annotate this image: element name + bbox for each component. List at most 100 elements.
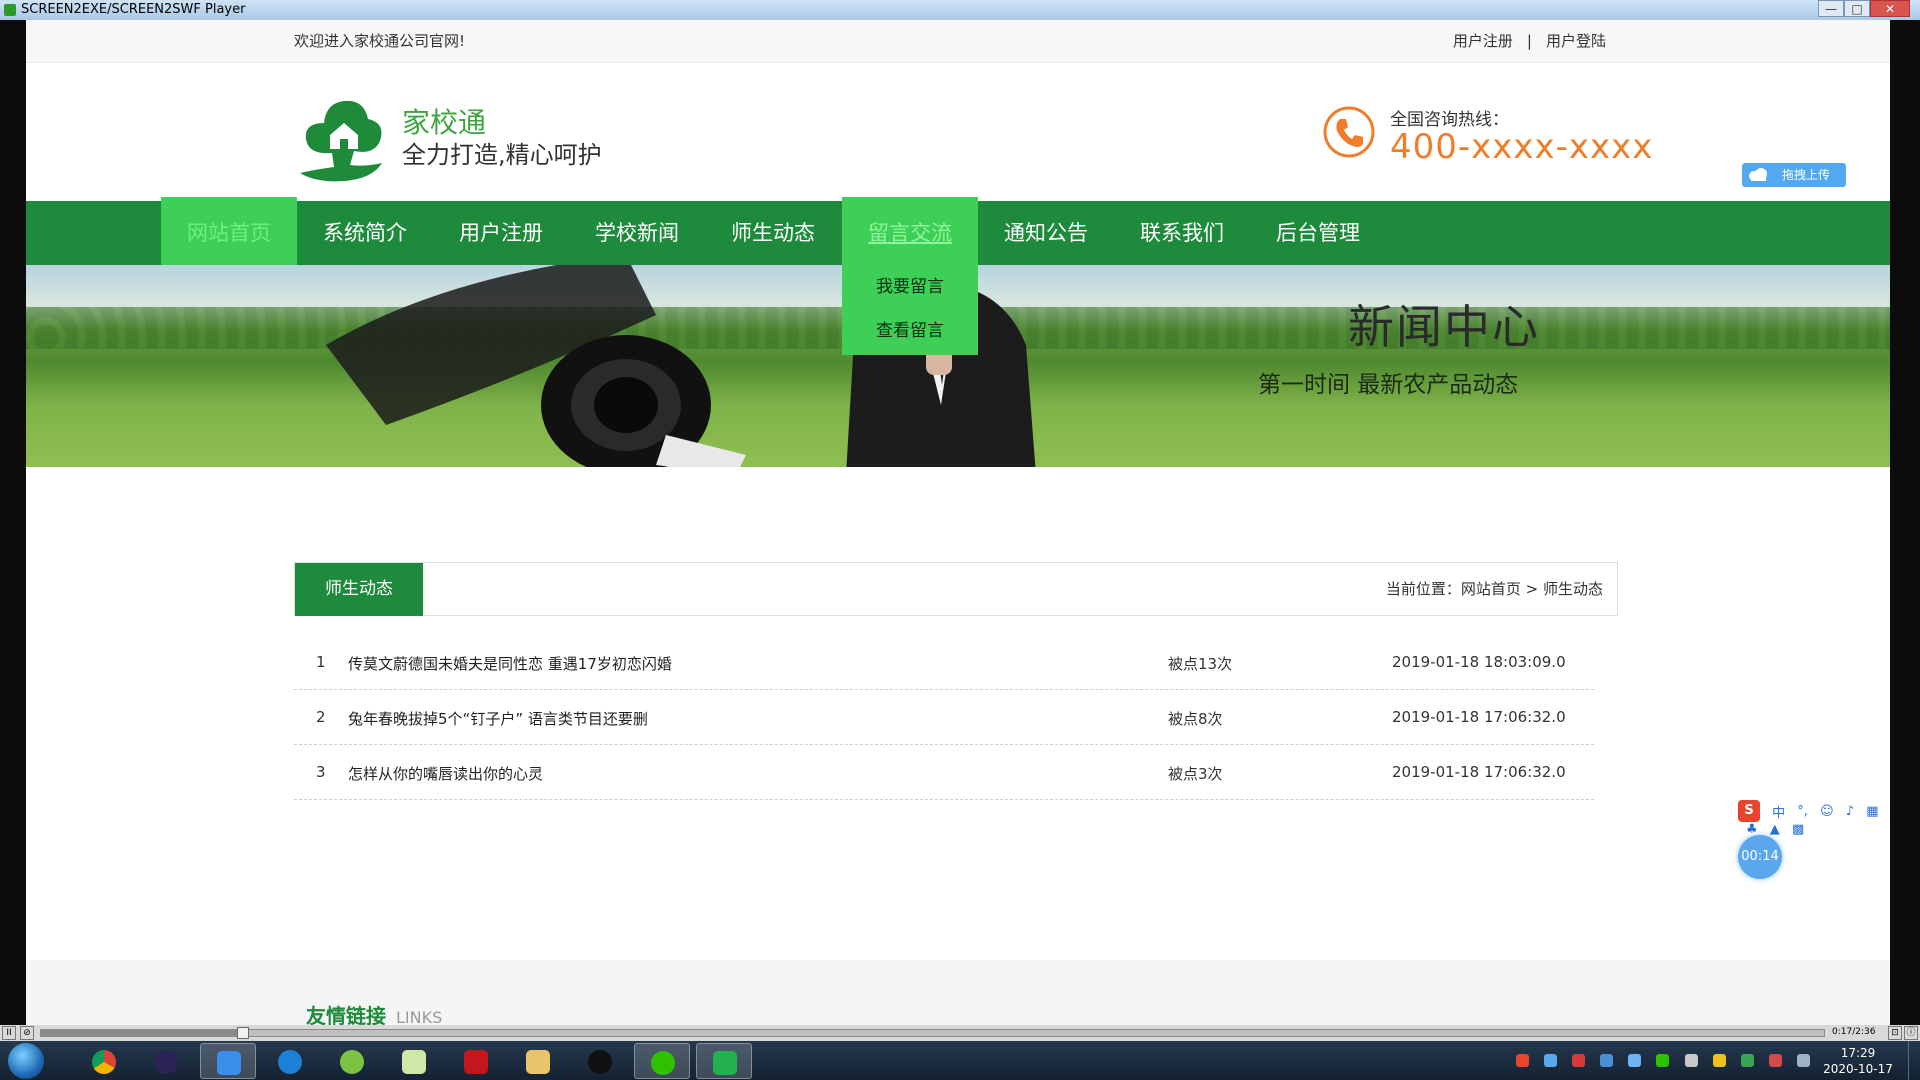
nav-notices[interactable]: 通知公告 <box>978 201 1114 265</box>
cloud-upload-icon <box>1749 168 1767 181</box>
news-hits: 被点8次 <box>1168 710 1223 728</box>
message-board-dropdown: 我要留言 查看留言 <box>842 265 978 355</box>
microphone-icon[interactable]: ♪ <box>1846 804 1854 819</box>
android-icon[interactable] <box>324 1043 380 1079</box>
ime-punctuation[interactable]: °, <box>1797 804 1808 819</box>
shield-icon[interactable] <box>1600 1054 1614 1067</box>
site-topbar: 欢迎进入家校通公司官网! 用户注册 | 用户登陆 <box>26 20 1890 63</box>
shirt-icon[interactable]: ▲ <box>1770 822 1780 837</box>
dropdown-leave-message[interactable]: 我要留言 <box>842 265 978 309</box>
top-account-links: 用户注册 | 用户登陆 <box>1453 30 1606 51</box>
website-page: 欢迎进入家校通公司官网! 用户注册 | 用户登陆 家校通 全力打造,精心呵护 全国咨… <box>26 20 1890 1025</box>
clock-date: 2020-10-17 <box>1823 1062 1893 1076</box>
link-separator: | <box>1526 32 1532 50</box>
section-header: 师生动态 当前位置：网站首页 > 师生动态 <box>294 562 1618 616</box>
maximize-button[interactable]: □ <box>1844 0 1870 17</box>
browser-icon[interactable] <box>262 1043 318 1079</box>
banner-subtitle: 第一时间 最新农产品动态 <box>1258 372 1519 398</box>
news-date: 2019-01-18 18:03:09.0 <box>1392 653 1566 671</box>
list-item[interactable]: 3 怎样从你的嘴唇读出你的心灵 被点3次 2019-01-18 17:06:32… <box>294 745 1594 800</box>
friend-links-heading: 友情链接 LINKS <box>306 1000 442 1025</box>
nav-home[interactable]: 网站首页 <box>161 197 297 265</box>
banner-title: 新闻中心 <box>1348 300 1540 354</box>
monitor-icon[interactable] <box>1796 1054 1810 1067</box>
news-hits: 被点13次 <box>1168 655 1233 673</box>
site-header: 家校通 全力打造,精心呵护 全国咨询热线： 400-xxxx-xxxx 拖拽上传 <box>26 63 1890 201</box>
antivirus-icon[interactable] <box>1572 1054 1586 1067</box>
house-tree-logo-icon[interactable] <box>294 93 392 183</box>
pause-button[interactable]: II <box>2 1026 16 1040</box>
close-button[interactable]: ✕ <box>1870 0 1910 17</box>
sogou-ime-icon[interactable]: S <box>1738 800 1760 822</box>
video-camera-image <box>326 265 746 467</box>
baidu-netdisk-icon[interactable] <box>200 1043 256 1079</box>
nav-admin[interactable]: 后台管理 <box>1250 201 1386 265</box>
volume-icon[interactable] <box>1684 1054 1698 1067</box>
seek-bar[interactable] <box>40 1027 1825 1039</box>
hotline-number: 400-xxxx-xxxx <box>1390 127 1654 167</box>
cloud-icon[interactable] <box>1628 1054 1642 1067</box>
emoji-icon[interactable]: ☺ <box>1820 804 1834 819</box>
qq-tray-icon[interactable] <box>1712 1054 1726 1067</box>
seek-thumb[interactable] <box>237 1027 249 1039</box>
recording-timer[interactable]: 00:14 <box>1738 835 1782 879</box>
chrome-icon[interactable] <box>76 1043 132 1079</box>
player-app-icon <box>4 4 16 16</box>
battery-icon[interactable] <box>1740 1054 1754 1067</box>
qq-icon[interactable] <box>572 1043 628 1079</box>
network-drive-icon[interactable] <box>1544 1054 1558 1067</box>
nav-contact-us[interactable]: 联系我们 <box>1114 201 1250 265</box>
sogou-tray-icon[interactable] <box>1516 1054 1529 1067</box>
nav-school-news[interactable]: 学校新闻 <box>569 201 705 265</box>
upload-label: 拖拽上传 <box>1782 168 1831 182</box>
seek-progress <box>41 1030 237 1036</box>
ime-toolbar[interactable]: S 中 °, ☺ ♪ ▦ ♣ ▲ ▩ <box>1738 800 1890 837</box>
friend-links-title: 友情链接 <box>306 1004 386 1025</box>
show-desktop-button[interactable] <box>1908 1041 1920 1080</box>
speaker-muted-icon[interactable] <box>1768 1054 1782 1067</box>
list-item[interactable]: 1 传莫文蔚德国未婚夫是同性恋 重遇17岁初恋闪婚 被点13次 2019-01-… <box>294 635 1594 690</box>
fit-window-button[interactable]: ⊡ <box>1888 1026 1902 1040</box>
recorder-icon[interactable] <box>696 1043 752 1079</box>
window-title: SCREEN2EXE/SCREEN2SWF Player <box>21 2 246 17</box>
news-title-link[interactable]: 传莫文蔚德国未婚夫是同性恋 重遇17岁初恋闪婚 <box>348 653 672 674</box>
news-index: 1 <box>316 653 326 671</box>
news-list: 1 传莫文蔚德国未婚夫是同性恋 重遇17岁初恋闪婚 被点13次 2019-01-… <box>294 635 1594 800</box>
news-title-link[interactable]: 兔年春晚拔掉5个“钉子户” 语言类节目还要删 <box>348 708 648 729</box>
info-button[interactable]: ⓘ <box>1904 1026 1918 1040</box>
dropdown-view-messages[interactable]: 查看留言 <box>842 309 978 353</box>
wechat-tray-icon[interactable] <box>1656 1054 1670 1067</box>
main-content: 师生动态 当前位置：网站首页 > 师生动态 1 传莫文蔚德国未婚夫是同性恋 重遇… <box>26 467 1890 1025</box>
system-clock[interactable]: 17:29 2020-10-17 <box>1818 1045 1898 1077</box>
zoom-button[interactable]: ⊘ <box>20 1026 34 1040</box>
breadcrumb: 当前位置：网站首页 > 师生动态 <box>1385 580 1603 598</box>
file-explorer-icon[interactable] <box>510 1043 566 1079</box>
news-title-link[interactable]: 怎样从你的嘴唇读出你的心灵 <box>348 763 543 784</box>
keyboard-icon[interactable]: ▦ <box>1866 804 1878 819</box>
welcome-text: 欢迎进入家校通公司官网! <box>294 32 466 50</box>
notepad-icon[interactable] <box>386 1043 442 1079</box>
main-navigation: 网站首页 系统简介 用户注册 学校新闻 师生动态 留言交流 通知公告 联系我们 … <box>26 197 1890 265</box>
friend-links-en: LINKS <box>396 1008 443 1025</box>
register-link[interactable]: 用户注册 <box>1453 32 1513 50</box>
wechat-icon[interactable] <box>634 1043 690 1079</box>
player-left-border <box>0 20 26 1025</box>
nav-system-intro[interactable]: 系统简介 <box>297 201 433 265</box>
grid-menu-icon[interactable]: ▩ <box>1792 822 1804 837</box>
login-link[interactable]: 用户登陆 <box>1546 32 1606 50</box>
news-date: 2019-01-18 17:06:32.0 <box>1392 763 1566 781</box>
nav-teacher-student-news[interactable]: 师生动态 <box>705 201 841 265</box>
drag-upload-button[interactable]: 拖拽上传 <box>1742 163 1846 187</box>
minimize-button[interactable]: — <box>1818 0 1844 17</box>
start-button[interactable] <box>8 1043 44 1079</box>
player-right-border <box>1890 20 1920 1025</box>
nav-message-board[interactable]: 留言交流 <box>842 197 978 265</box>
eclipse-icon[interactable] <box>138 1043 194 1079</box>
flash-icon[interactable] <box>448 1043 504 1079</box>
ime-mode[interactable]: 中 <box>1772 802 1785 821</box>
clock-time: 17:29 <box>1840 1046 1876 1060</box>
list-item[interactable]: 2 兔年春晚拔掉5个“钉子户” 语言类节目还要删 被点8次 2019-01-18… <box>294 690 1594 745</box>
section-tab[interactable]: 师生动态 <box>295 563 423 616</box>
playback-time: 0:17/2:36 <box>1832 1027 1876 1037</box>
nav-user-register[interactable]: 用户注册 <box>433 201 569 265</box>
